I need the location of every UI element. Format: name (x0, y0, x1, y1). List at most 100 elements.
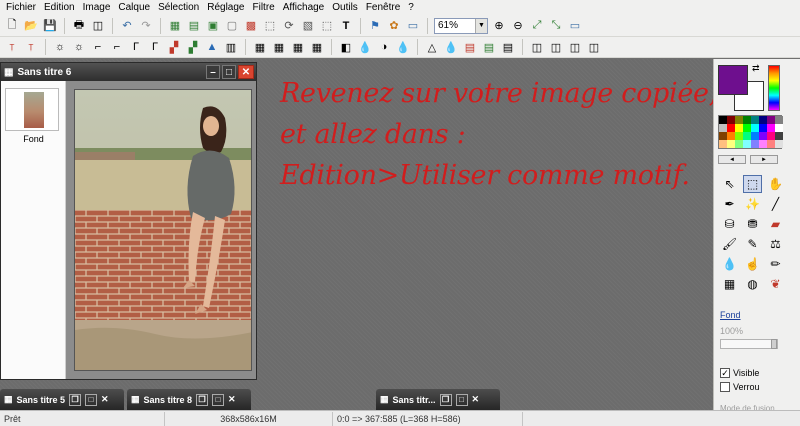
palette-prev-button[interactable]: ◄ (718, 155, 746, 164)
clone-icon[interactable]: ✎ (743, 235, 762, 253)
stamp-icon[interactable]: ⚖ (766, 235, 785, 253)
drop-icon[interactable]: 💧 (720, 255, 739, 273)
window-icon[interactable]: ▭ (405, 18, 421, 34)
gamma-down-icon[interactable]: Γ (147, 39, 163, 55)
grayscale-icon[interactable]: ▤ (500, 39, 516, 55)
menu-item-4[interactable]: Sélection (154, 0, 203, 15)
paste-icon[interactable]: ▤ (186, 18, 202, 34)
minimized-window-2[interactable]: ▦ Sans titre 8 ❐ □ ✕ (127, 389, 251, 410)
lock-checkbox-row[interactable]: Verrou (720, 382, 760, 392)
saturation-icon[interactable]: ▞ (166, 39, 182, 55)
menu-item-6[interactable]: Filtre (249, 0, 279, 15)
palette-swatch[interactable] (735, 140, 743, 148)
palette-swatch[interactable] (751, 140, 759, 148)
zoom-in-icon[interactable]: ⊕ (491, 18, 507, 34)
palette-swatch[interactable] (775, 132, 783, 140)
palette-swatch[interactable] (767, 116, 775, 124)
palette-swatch[interactable] (719, 116, 727, 124)
filter-4-icon[interactable]: ▦ (309, 39, 325, 55)
undo-icon[interactable]: ↶ (119, 18, 135, 34)
triangle-icon[interactable]: △ (424, 39, 440, 55)
palette-swatch[interactable] (751, 116, 759, 124)
lock-checkbox[interactable] (720, 382, 730, 392)
save-icon[interactable]: 💾 (42, 18, 58, 34)
palette-swatch[interactable] (719, 124, 727, 132)
palette-swatch[interactable] (767, 140, 775, 148)
menu-item-1[interactable]: Edition (40, 0, 79, 15)
palette-swatch[interactable] (735, 132, 743, 140)
line-icon[interactable]: ╱ (766, 195, 785, 213)
palette-swatch[interactable] (767, 124, 775, 132)
opacity-slider[interactable] (720, 339, 778, 349)
copy-icon[interactable]: ▦ (167, 18, 183, 34)
document-window[interactable]: ▦ Sans titre 6 – □ ✕ Fond (0, 62, 257, 380)
menu-item-5[interactable]: Réglage (203, 0, 248, 15)
selection-rect-icon[interactable]: ⬚ (743, 175, 762, 193)
palette-swatch[interactable] (743, 140, 751, 148)
palette-swatch[interactable] (759, 116, 767, 124)
canvas-area[interactable] (66, 81, 256, 379)
palette-next-button[interactable]: ► (750, 155, 778, 164)
photo-canvas[interactable] (74, 89, 252, 371)
palette-swatch[interactable] (727, 116, 735, 124)
colors-icon[interactable]: ▩ (243, 18, 259, 34)
strawberry-icon[interactable]: ❦ (766, 275, 785, 293)
saturation-down-icon[interactable]: ▞ (185, 39, 201, 55)
plugin-icon[interactable]: ✿ (386, 18, 402, 34)
rotate-left-icon[interactable]: ◫ (567, 39, 583, 55)
palette-swatch[interactable] (727, 140, 735, 148)
restore-button[interactable]: ❐ (439, 393, 452, 406)
filter-3-icon[interactable]: ▦ (290, 39, 306, 55)
menu-item-3[interactable]: Calque (114, 0, 154, 15)
foreground-color-swatch[interactable] (718, 65, 748, 95)
palette-swatch[interactable] (775, 124, 783, 132)
filter-1-icon[interactable]: ▦ (252, 39, 268, 55)
fullscreen-icon[interactable]: ▭ (567, 18, 583, 34)
new-icon[interactable]: 🗋 (4, 18, 20, 34)
palette-swatch[interactable] (759, 124, 767, 132)
close-icon[interactable]: ✕ (101, 394, 109, 405)
palette-swatch[interactable] (767, 132, 775, 140)
brightness-icon[interactable]: ☼ (52, 39, 68, 55)
menu-item-9[interactable]: Fenêtre (362, 0, 404, 15)
eyedropper-icon[interactable]: ✒ (720, 195, 739, 213)
gamma-icon[interactable]: Γ (128, 39, 144, 55)
pointer-icon[interactable]: ⇖ (720, 175, 739, 193)
auto-contrast-icon[interactable]: Ṭ (23, 39, 39, 55)
close-icon[interactable]: ✕ (472, 394, 480, 405)
palette-swatch[interactable] (775, 116, 783, 124)
crop-icon[interactable]: ▣ (205, 18, 221, 34)
rotate-icon[interactable]: ⟳ (281, 18, 297, 34)
palette-swatch[interactable] (759, 132, 767, 140)
visible-checkbox-row[interactable]: ✓ Visible (720, 368, 759, 378)
opacity-slider-thumb[interactable] (771, 339, 777, 349)
rotate-right-icon[interactable]: ◫ (586, 39, 602, 55)
palette-swatch[interactable] (719, 140, 727, 148)
palette-swatch[interactable] (727, 132, 735, 140)
palette-swatch[interactable] (727, 124, 735, 132)
spray-icon[interactable]: ⛃ (743, 215, 762, 233)
eraser-icon[interactable]: ▰ (766, 215, 785, 233)
filter-2-icon[interactable]: ▦ (271, 39, 287, 55)
layer-icon[interactable]: ▧ (300, 18, 316, 34)
restore-button[interactable]: ❐ (69, 393, 82, 406)
menu-item-2[interactable]: Image (79, 0, 115, 15)
minimized-window-1[interactable]: ▦ Sans titre 5 ❐ □ ✕ (0, 389, 124, 410)
text-icon[interactable]: T (338, 18, 354, 34)
drop-2-icon[interactable]: 💧 (443, 39, 459, 55)
minimized-window-3[interactable]: ▦ Sans titr... ❐ □ ✕ (376, 389, 500, 410)
maximize-button[interactable]: □ (222, 65, 236, 79)
actual-size-icon[interactable]: ⤡ (548, 18, 564, 34)
chevron-down-icon[interactable]: ▼ (475, 18, 487, 33)
select-icon[interactable]: ⬚ (319, 18, 335, 34)
layer-thumbnail[interactable] (5, 88, 59, 131)
color-palette[interactable] (718, 115, 783, 149)
portrait-icon[interactable]: ◍ (743, 275, 762, 293)
blur-icon[interactable]: 💧 (357, 39, 373, 55)
smudge-icon[interactable]: ☝ (743, 255, 762, 273)
menu-item-10[interactable]: ? (404, 0, 418, 15)
image-icon[interactable]: ▢ (224, 18, 240, 34)
palette-swatch[interactable] (751, 124, 759, 132)
color-balance-icon[interactable]: ▤ (462, 39, 478, 55)
close-icon[interactable]: ✕ (228, 394, 236, 405)
